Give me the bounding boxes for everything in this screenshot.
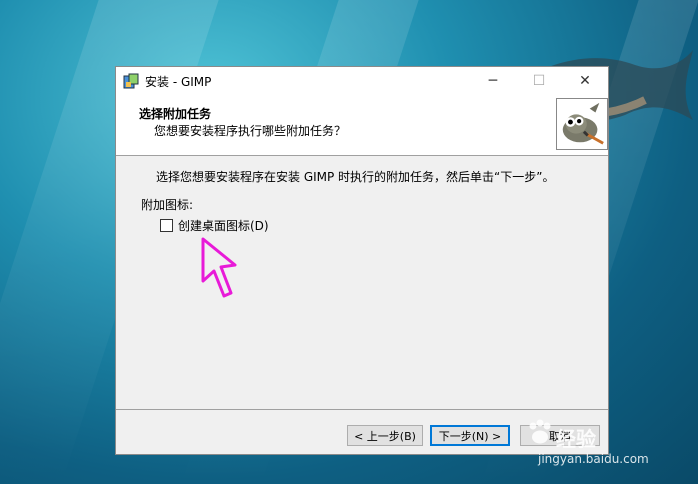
additional-icons-label: 附加图标: (141, 198, 194, 212)
footer-divider (116, 409, 608, 410)
watermark-text: 经验 (556, 427, 596, 451)
close-icon: ✕ (579, 72, 591, 89)
desktop-icon-option[interactable]: 创建桌面图标(D) (160, 217, 269, 234)
minimize-button[interactable]: ─ (470, 67, 516, 94)
desktop-icon-checkbox[interactable] (160, 219, 173, 232)
back-button[interactable]: < 上一步(B) (347, 425, 423, 446)
wizard-header: 选择附加任务 您想要安装程序执行哪些附加任务？ (116, 94, 608, 156)
baidu-paw-icon (529, 419, 551, 444)
instruction-text: 选择您想要安装程序在安装 GIMP 时执行的附加任务，然后单击“下一步”。 (156, 170, 555, 184)
gimp-logo (556, 98, 608, 150)
page-title: 选择附加任务 (139, 107, 212, 121)
window-title: 安装 - GIMP (145, 75, 212, 89)
title-bar: 安装 - GIMP ─ ☐ ✕ (116, 67, 608, 94)
installer-icon (123, 73, 139, 89)
desktop-icon-checkbox-label[interactable]: 创建桌面图标(D) (178, 217, 269, 234)
gimp-wilber-icon (562, 102, 604, 145)
pointer-arrow-annotation-icon (201, 237, 237, 298)
watermark-url: jingyan.baidu.com (538, 452, 649, 466)
installer-dialog: 安装 - GIMP ─ ☐ ✕ 选择附加任务 您想要安装程序执行哪些附加任务？ … (115, 66, 609, 455)
maximize-button[interactable]: ☐ (516, 67, 562, 94)
minimize-icon: ─ (488, 72, 498, 89)
page-subtitle: 您想要安装程序执行哪些附加任务？ (154, 124, 347, 138)
maximize-icon: ☐ (532, 72, 546, 89)
next-button[interactable]: 下一步(N) > (430, 425, 510, 446)
close-button[interactable]: ✕ (562, 67, 608, 94)
